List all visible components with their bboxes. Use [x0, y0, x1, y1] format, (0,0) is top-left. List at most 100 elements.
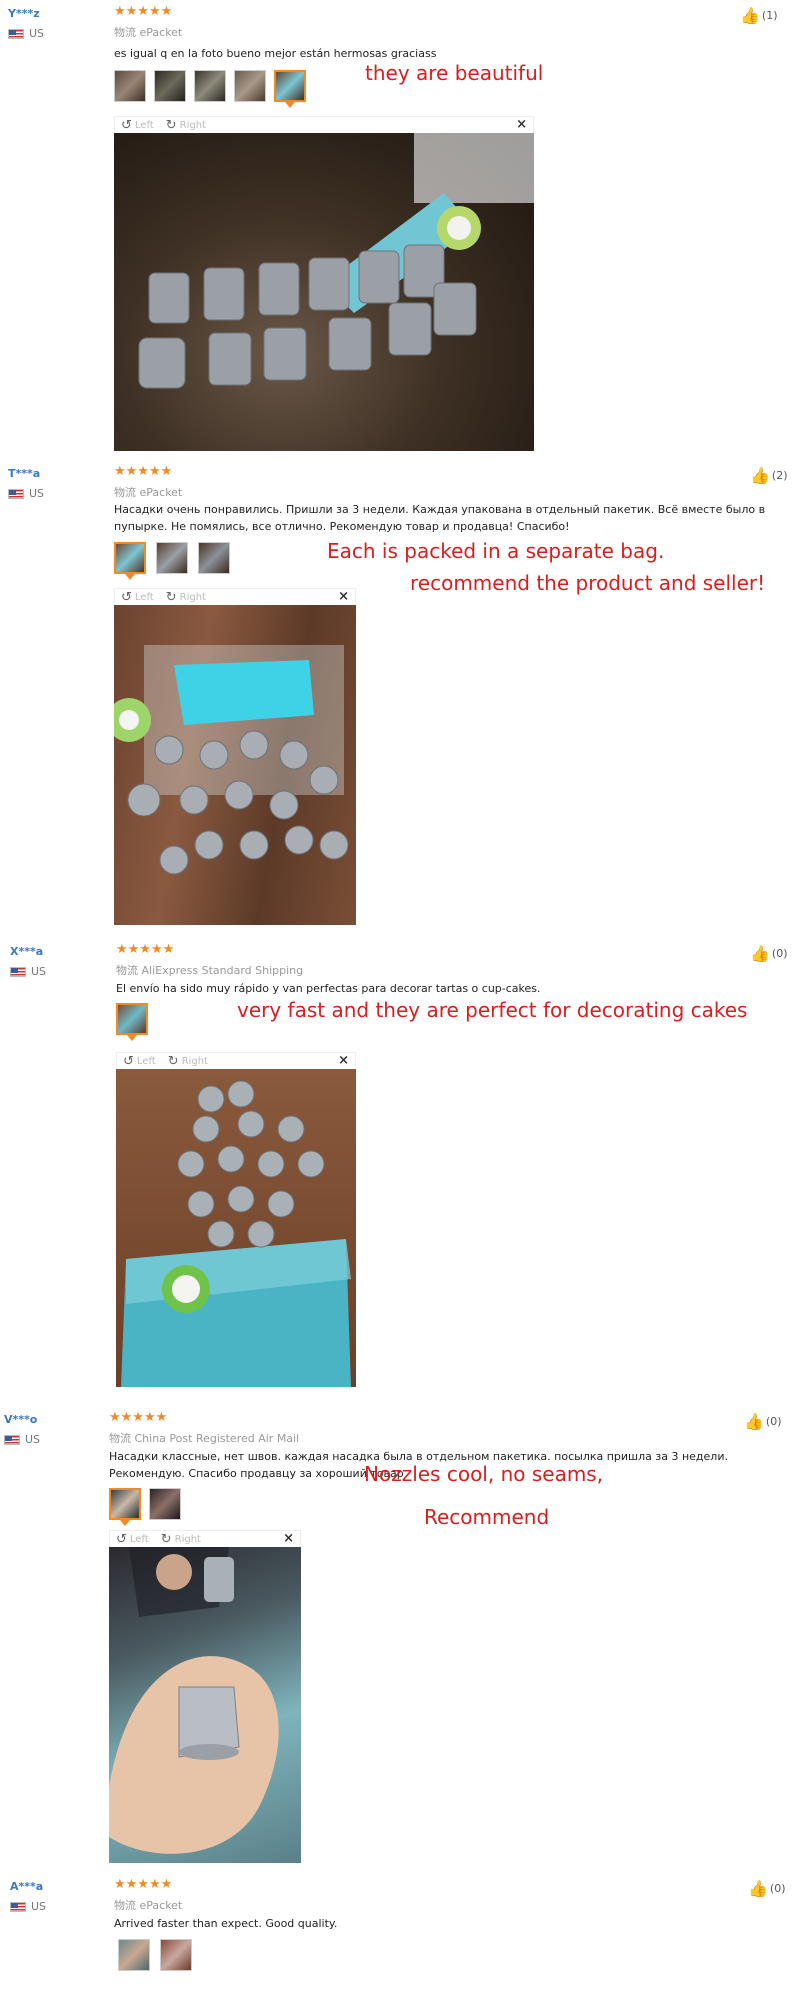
rotate-right-label[interactable]: Right — [175, 1534, 201, 1545]
rotate-right-icon[interactable]: ↻ — [168, 1054, 179, 1069]
reviewer-country: US — [25, 1433, 41, 1446]
photo-thumbnails — [116, 1003, 148, 1041]
rating-stars: ★★★★★ — [114, 464, 173, 479]
photo-thumbnail[interactable] — [118, 1939, 150, 1971]
viewer-toolbar: ↺ Left ↻ Right × — [116, 1052, 356, 1069]
review-text: es igual q en la foto bueno mejor están … — [114, 47, 437, 60]
rotate-right-label[interactable]: Right — [182, 1056, 208, 1067]
photo-illustration — [114, 645, 349, 875]
rotate-right-icon[interactable]: ↻ — [166, 590, 177, 605]
helpful-count: (0) — [769, 1882, 786, 1895]
review-photo — [109, 1547, 301, 1863]
photo-thumbnail[interactable] — [194, 70, 226, 102]
photo-thumbnail-active[interactable] — [114, 542, 146, 580]
close-icon[interactable]: × — [283, 1531, 294, 1546]
photo-illustration — [138, 133, 534, 389]
annotation-text: Recommend — [424, 1505, 550, 1529]
rotate-right-icon[interactable]: ↻ — [166, 118, 177, 133]
shipping-method: 物流 AliExpress Standard Shipping — [116, 964, 304, 977]
photo-viewer: ↺ Left ↻ Right × — [109, 1530, 301, 1863]
close-icon[interactable]: × — [516, 117, 527, 132]
reviewer-name[interactable]: V***o — [4, 1413, 37, 1426]
reviewer-country: US — [29, 27, 45, 40]
photo-thumbnails — [109, 1488, 181, 1526]
rating-stars: ★★★★★ — [114, 4, 173, 19]
photo-thumbnail-active[interactable] — [116, 1003, 148, 1041]
annotation-text: recommend the product and seller! — [410, 571, 766, 595]
reviewer-country: US — [31, 1900, 47, 1913]
thumbs-up-icon: 👍 — [750, 944, 770, 963]
reviewer-name[interactable]: T***a — [8, 467, 40, 480]
annotation-text: very fast and they are perfect for decor… — [237, 998, 748, 1022]
helpful-button[interactable]: 👍 (0) — [750, 944, 788, 963]
helpful-count: (2) — [771, 469, 788, 482]
review-photo — [114, 605, 356, 925]
rotate-left-label[interactable]: Left — [135, 120, 154, 131]
helpful-button[interactable]: 👍 (2) — [750, 466, 788, 485]
us-flag-icon — [8, 489, 24, 499]
review-photo — [116, 1069, 356, 1387]
helpful-count: (1) — [761, 9, 778, 22]
photo-thumbnail[interactable] — [198, 542, 230, 574]
rotate-left-label[interactable]: Left — [135, 592, 154, 603]
reviewer-name[interactable]: X***a — [10, 945, 43, 958]
close-icon[interactable]: × — [338, 1053, 349, 1068]
helpful-count: (0) — [765, 1415, 782, 1428]
thumbs-up-icon: 👍 — [748, 1879, 768, 1898]
photo-illustration — [109, 1547, 279, 1854]
annotation-text: they are beautiful — [365, 61, 544, 85]
thumbs-up-icon: 👍 — [740, 6, 760, 25]
review-text: Arrived faster than expect. Good quality… — [114, 1917, 338, 1930]
photo-thumbnail[interactable] — [154, 70, 186, 102]
rotate-right-label[interactable]: Right — [180, 592, 206, 603]
shipping-method: 物流 ePacket — [114, 26, 183, 39]
photo-thumbnail-active[interactable] — [109, 1488, 141, 1526]
rotate-left-icon[interactable]: ↺ — [116, 1532, 127, 1547]
photo-thumbnails — [118, 1939, 192, 1971]
rating-stars: ★★★★★ — [116, 942, 175, 957]
reviewer-country: US — [31, 965, 47, 978]
photo-thumbnail[interactable] — [234, 70, 266, 102]
us-flag-icon — [10, 1902, 26, 1912]
viewer-toolbar: ↺ Left ↻ Right × — [114, 588, 356, 605]
rotate-left-icon[interactable]: ↺ — [123, 1054, 134, 1069]
shipping-method: 物流 China Post Registered Air Mail — [109, 1432, 300, 1445]
annotation-text: Each is packed in a separate bag. — [327, 539, 665, 563]
photo-thumbnail[interactable] — [156, 542, 188, 574]
rotate-left-label[interactable]: Left — [130, 1534, 149, 1545]
photo-thumbnail-active[interactable] — [274, 70, 306, 108]
rating-stars: ★★★★★ — [109, 1410, 168, 1425]
viewer-toolbar: ↺ Left ↻ Right × — [114, 116, 534, 133]
annotation-text: Nozzles cool, no seams, — [364, 1462, 604, 1486]
us-flag-icon — [4, 1435, 20, 1445]
helpful-button[interactable]: 👍 (0) — [744, 1412, 782, 1431]
rating-stars: ★★★★★ — [114, 1877, 173, 1892]
viewer-toolbar: ↺ Left ↻ Right × — [109, 1530, 301, 1547]
close-icon[interactable]: × — [338, 589, 349, 604]
photo-thumbnail[interactable] — [160, 1939, 192, 1971]
reviewer-country: US — [29, 487, 45, 500]
thumbs-up-icon: 👍 — [744, 1412, 764, 1431]
photo-thumbnail[interactable] — [149, 1488, 181, 1520]
shipping-method: 物流 ePacket — [114, 1899, 183, 1912]
rotate-right-icon[interactable]: ↻ — [161, 1532, 172, 1547]
review-text: El envío ha sido muy rápido y van perfec… — [116, 982, 541, 995]
helpful-button[interactable]: 👍 (0) — [748, 1879, 786, 1898]
reviewer-name[interactable]: A***a — [10, 1880, 43, 1893]
helpful-button[interactable]: 👍 (1) — [740, 6, 778, 25]
photo-viewer: ↺ Left ↻ Right × — [114, 588, 356, 925]
thumbs-up-icon: 👍 — [750, 466, 770, 485]
photo-thumbnails — [114, 70, 306, 108]
rotate-left-label[interactable]: Left — [137, 1056, 156, 1067]
rotate-right-label[interactable]: Right — [180, 120, 206, 131]
shipping-method: 物流 ePacket — [114, 486, 183, 499]
photo-thumbnail[interactable] — [114, 70, 146, 102]
rotate-left-icon[interactable]: ↺ — [121, 590, 132, 605]
review-photo — [114, 133, 534, 451]
reviewer-name[interactable]: Y***z — [8, 7, 40, 20]
rotate-left-icon[interactable]: ↺ — [121, 118, 132, 133]
us-flag-icon — [8, 29, 24, 39]
us-flag-icon — [10, 967, 26, 977]
helpful-count: (0) — [771, 947, 788, 960]
review-text: Насадки очень понравились. Пришли за 3 н… — [114, 503, 766, 533]
